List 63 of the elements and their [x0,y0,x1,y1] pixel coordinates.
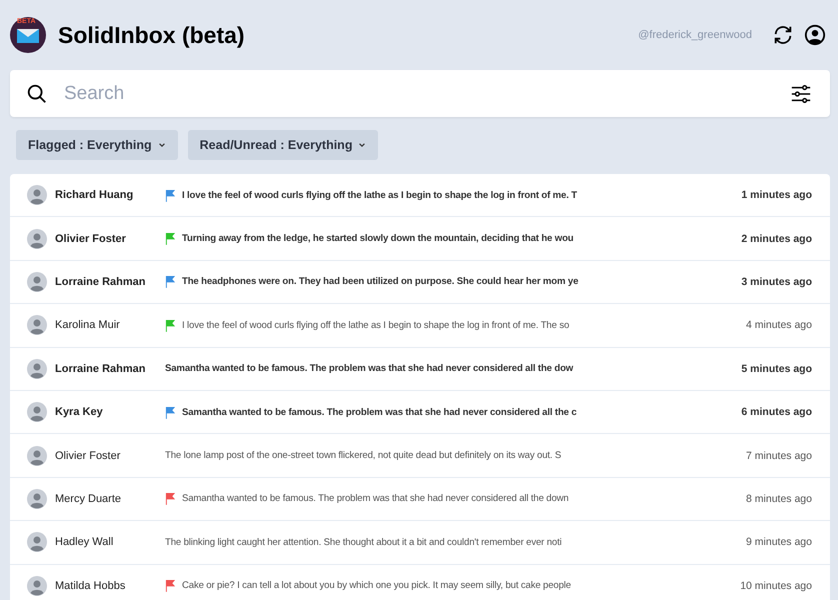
sender-name: Richard Huang [55,189,134,202]
avatar-icon [27,532,47,552]
message-row[interactable]: Mercy Duarte Samantha wanted to be famous. The problem was that she had never considered all the down 8 minutes ago [10,478,830,522]
message-preview: Cake or pie? I can tell a lot about you by which one you pick. It may seem silly, but cake people [182,580,571,592]
avatar-icon [27,358,47,379]
caret-icon [158,141,166,149]
sender-name: Karolina Muir [55,319,121,332]
message-preview: I love the feel of wood curls flying off the lathe as I begin to shape the log in front of me. T [182,190,577,201]
message-time: 3 minutes ago [741,276,812,288]
search-bar[interactable]: Search [10,70,830,117]
caret-icon [358,141,366,149]
avatar-icon [27,402,47,422]
filter-dropdown[interactable]: Flagged : Everything [16,130,178,160]
sender-name: Lorraine Rahman [55,362,146,375]
sender-name: Hadley Wall [55,536,114,548]
logo-icon [10,17,46,53]
avatar-icon [27,315,47,336]
message-preview: The headphones were on. They had been utilized on purpose. She could hear her mom ye [182,276,578,288]
message-time: 8 minutes ago [746,492,812,505]
message-row[interactable]: Hadley Wall The blinking light caught her attention. She thought about it a bit and couldn't remember ever noti 9 minutes ago [10,521,830,565]
message-row[interactable]: Matilda Hobbs Cake or pie? I can tell a lot about you by which one you pick. It may seem silly, but cake people 10 minutes ago [10,564,830,600]
message-preview: Turning away from the ledge, he started slowly down the mountain, deciding that he wou [182,233,574,244]
username: @frederick_greenwood [638,29,752,41]
sender-name: Olivier Foster [55,232,127,245]
avatar-icon [27,576,47,596]
message-time: 1 minutes ago [741,189,812,202]
message-preview: Samantha wanted to be famous. The problem was that she had never considered all the down [182,493,569,504]
message-time: 4 minutes ago [746,319,812,332]
message-preview: Samantha wanted to be famous. The problem was that she had never considered all the c [182,406,577,418]
message-row[interactable]: Lorraine Rahman Samantha wanted to be famous. The problem was that she had never considered all the dow 5 minutes ago [10,348,830,391]
app-title: SolidInbox (beta) [58,22,245,48]
search-field[interactable]: Search [62,82,790,106]
message-preview: I love the feel of wood curls flying off the lathe as I begin to shape the log in front of me. The so [182,320,570,331]
sender-name: Kyra Key [55,406,104,418]
avatar-icon [27,228,47,249]
sender-name: Lorraine Rahman [55,276,146,288]
message-row[interactable]: Olivier Foster The lone lamp post of the one-street town flickered, not quite dead but definitely on its way out. S 7 minutes ago [10,434,830,478]
message-time: 7 minutes ago [746,450,812,462]
message-row[interactable]: Kyra Key Samantha wanted to be famous. The problem was that she had never considered all the c 6 minutes ago [10,390,830,434]
sender-name: Matilda Hobbs [55,580,126,592]
search-icon [26,82,48,104]
message-preview: Samantha wanted to be famous. The problem was that she had never considered all the dow [165,363,574,374]
avatar-icon [27,446,47,466]
message-time: 5 minutes ago [741,362,812,375]
message-row[interactable]: Richard Huang I love the feel of wood curls flying off the lathe as I begin to shape the log in front of me. T 1 minutes ago [10,174,830,218]
message-row[interactable]: Karolina Muir I love the feel of wood curls flying off the lathe as I begin to shape the log in front of me. The so 4 minutes ago [10,304,830,348]
message-time: 6 minutes ago [741,406,812,418]
message-row[interactable]: Olivier Foster Turning away from the ledge, he started slowly down the mountain, deciding that he wou 2 minutes ago [10,217,830,261]
filter-dropdown[interactable]: Read/Unread : Everything [188,130,378,160]
message-time: 9 minutes ago [746,536,812,548]
avatar-icon [27,272,47,292]
refresh-icon[interactable] [772,24,794,46]
avatar-icon [27,488,47,509]
message-preview: The blinking light caught her attention. She thought about it a bit and couldn't remember ever noti [165,536,562,548]
message-time: 2 minutes ago [741,232,812,245]
sender-name: Olivier Foster [55,450,122,462]
sender-name: Mercy Duarte [55,492,122,505]
message-row[interactable]: Lorraine Rahman The headphones were on. They had been utilized on purpose. She could hear her mom ye 3 minutes ago [10,260,830,304]
account-icon[interactable] [804,24,826,46]
message-preview: The lone lamp post of the one-street town flickered, not quite dead but definitely on its way out. S [165,450,562,462]
filter-settings-icon[interactable] [790,82,812,104]
message-time: 10 minutes ago [740,580,812,592]
avatar-icon [27,185,47,206]
